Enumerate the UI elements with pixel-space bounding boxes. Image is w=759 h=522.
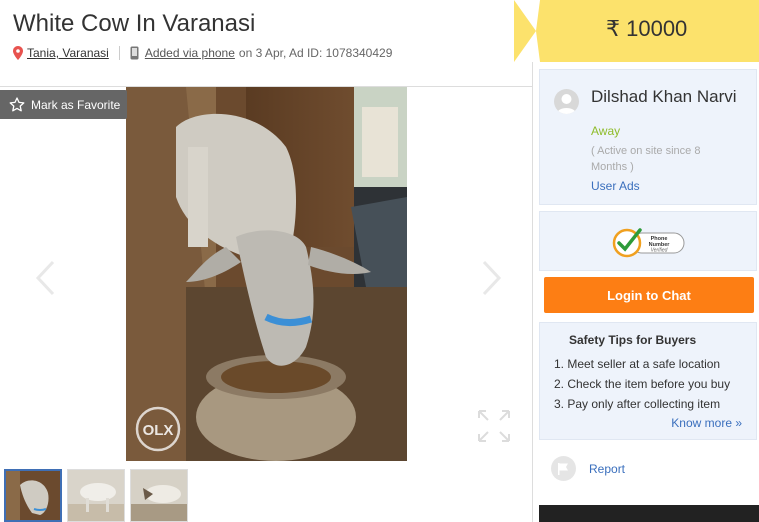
phone-icon xyxy=(130,46,139,60)
report-label: Report xyxy=(589,461,626,476)
previous-image-arrow-icon[interactable] xyxy=(34,260,56,296)
badge-line-3: Verified xyxy=(651,248,668,254)
list-item: 1. Meet seller at a safe location xyxy=(554,357,721,371)
location-pin-icon xyxy=(13,46,23,60)
thumbnail-1[interactable] xyxy=(4,469,62,522)
safety-tips-title: Safety Tips for Buyers xyxy=(569,333,697,347)
seller-name[interactable]: Dilshad Khan Narvi xyxy=(591,88,741,105)
price-label: ₹ 10000 xyxy=(606,16,688,41)
ad-main-panel: White Cow In Varanasi Tania, Varanasi Ad… xyxy=(0,0,533,522)
thumbnail-3[interactable] xyxy=(130,469,188,522)
avatar[interactable] xyxy=(554,89,579,114)
mark-favorite-button[interactable]: Mark as Favorite xyxy=(0,90,127,119)
seller-active-since: ( Active on site since 8 Months ) xyxy=(591,145,701,173)
olx-watermark: OLX xyxy=(134,405,182,453)
thumbnail-strip xyxy=(4,469,188,522)
star-icon xyxy=(9,97,25,112)
next-image-arrow-icon[interactable] xyxy=(481,260,503,296)
phone-verified-badge-icon: Phone Number Verified xyxy=(612,228,685,258)
phone-verified-card: Phone Number Verified xyxy=(539,211,757,271)
seller-status: Away xyxy=(591,124,621,138)
bottom-dark-panel xyxy=(539,505,759,522)
posted-info: on 3 Apr, Ad ID: 1078340429 xyxy=(238,46,393,60)
mark-favorite-label: Mark as Favorite xyxy=(31,97,121,112)
safety-tips-card: Safety Tips for Buyers 1. Meet seller at… xyxy=(539,322,757,440)
ad-meta: Tania, Varanasi Added via phone on 3 Apr… xyxy=(13,46,392,60)
column-divider xyxy=(532,0,533,522)
fullscreen-expand-icon[interactable] xyxy=(476,408,512,444)
user-ads-link[interactable]: User Ads xyxy=(591,179,640,193)
meta-divider xyxy=(118,46,120,60)
login-to-chat-button[interactable]: Login to Chat xyxy=(544,277,754,313)
watermark-text: OLX xyxy=(143,422,174,439)
price-banner-notch xyxy=(514,0,540,62)
seller-card: Dilshad Khan Narvi Away ( Active on site… xyxy=(539,69,757,205)
added-via-link[interactable]: Added via phone xyxy=(145,46,235,60)
ad-title: White Cow In Varanasi xyxy=(13,10,256,37)
know-more-link[interactable]: Know more » xyxy=(671,416,742,430)
report-button[interactable]: Report xyxy=(551,456,625,481)
location-link[interactable]: Tania, Varanasi xyxy=(27,46,109,60)
list-item: 2. Check the item before you buy xyxy=(554,377,731,391)
list-item: 3. Pay only after collecting item xyxy=(554,397,721,411)
user-avatar-icon xyxy=(557,94,576,114)
thumbnail-2[interactable] xyxy=(67,469,125,522)
flag-icon xyxy=(551,456,576,481)
safety-tips-list: 1. Meet seller at a safe location 2. Che… xyxy=(554,356,730,416)
